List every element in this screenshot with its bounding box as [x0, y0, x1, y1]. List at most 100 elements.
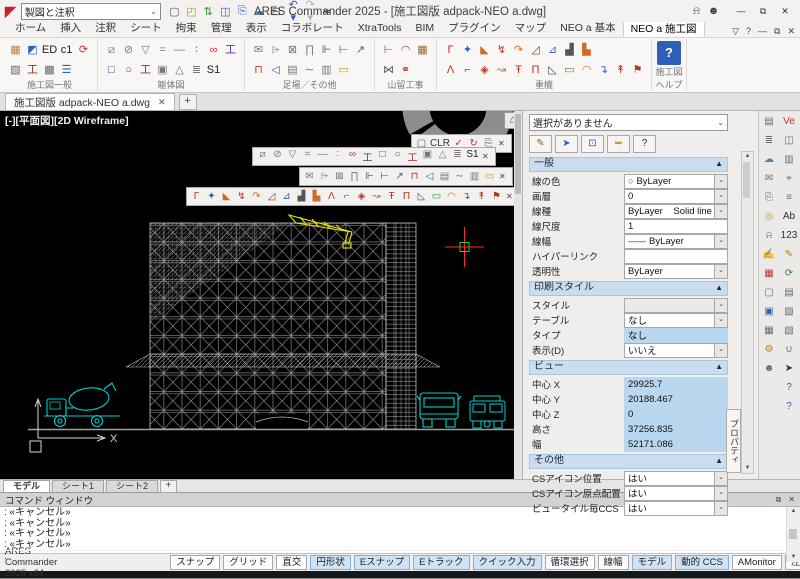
box-column-icon[interactable]: □ — [375, 149, 390, 164]
pencil-icon[interactable]: ✎ — [780, 247, 798, 262]
structure-icon[interactable]: ▨ — [780, 304, 798, 319]
truck-front-drawing[interactable] — [417, 393, 461, 427]
rebar-lines-icon[interactable]: ≣ — [450, 149, 465, 164]
clamshell-icon[interactable]: ◺ — [544, 62, 561, 79]
help-icon[interactable]: ? — [746, 26, 751, 37]
sheet-tab-1[interactable]: シート1 — [52, 480, 104, 492]
star-marker-icon[interactable]: ✦ — [459, 42, 476, 59]
gantry-icon[interactable]: Π — [527, 62, 544, 79]
rebar-lines-icon[interactable]: ≣ — [188, 62, 205, 79]
select-entities-icon[interactable]: ➤ — [555, 135, 578, 153]
shovel-icon[interactable]: ◠ — [444, 191, 459, 202]
tab-neo-basic[interactable]: NEO a 基本 — [553, 21, 622, 35]
property-value[interactable]: なし⌄ — [624, 313, 728, 328]
select-box-icon[interactable]: ⊡ — [581, 135, 604, 153]
void-circle-icon[interactable]: ⊘ — [120, 42, 137, 59]
dropdown-arrow-icon[interactable]: ⌄ — [714, 299, 727, 312]
open-file-icon[interactable]: ◰ — [183, 5, 200, 18]
sheet-tab-model[interactable]: モデル — [3, 480, 50, 492]
section-header-view[interactable]: ビュー▲ — [529, 360, 728, 375]
dropdown-arrow-icon[interactable]: ⌄ — [714, 190, 727, 203]
section-header-print-style[interactable]: 印刷スタイル▲ — [529, 281, 728, 296]
mobile-crane-icon[interactable]: Λ — [442, 62, 459, 79]
excavator-icon[interactable]: ◣ — [476, 42, 493, 59]
hook-icon[interactable]: ↴ — [459, 191, 474, 202]
star-marker-icon[interactable]: ✦ — [204, 191, 219, 202]
c1-command-icon[interactable]: c1 — [58, 42, 75, 59]
tab-xtratools[interactable]: XtraTools — [351, 21, 409, 35]
property-value[interactable]: 1 — [624, 219, 728, 234]
dropdown-arrow-icon[interactable]: ⌄ — [714, 235, 727, 248]
gate-icon[interactable]: ∏ — [347, 171, 362, 182]
child-restore-button[interactable]: ⧉ — [774, 26, 780, 37]
text-style-button[interactable]: Ab — [780, 209, 798, 224]
breaker-icon[interactable]: ↯ — [493, 42, 510, 59]
truck-mixer-icon[interactable]: Ŧ — [384, 191, 399, 202]
redo-icon[interactable]: ↷ ▾ — [302, 0, 319, 24]
toolbar-close-icon[interactable]: ✕ — [482, 152, 493, 161]
tab-insert[interactable]: 挿入 — [53, 21, 88, 35]
fence-icon[interactable]: ▤ — [284, 62, 301, 79]
slab-icon[interactable]: ▽ — [137, 42, 154, 59]
scaffold-frame-icon[interactable]: ⊓ — [407, 171, 422, 182]
frame-x-icon[interactable]: ⊠ — [284, 42, 301, 59]
scroll-up-icon[interactable]: ▲ — [742, 152, 753, 161]
property-value[interactable]: ByLayer Solid line⌄ — [624, 204, 728, 219]
command-float-button[interactable]: ⧉ — [776, 495, 782, 505]
document-tab[interactable]: 施工図版 adpack-NEO a.dwg ✕ — [5, 93, 175, 110]
section-hatch-icon[interactable]: ⧄ — [255, 149, 270, 164]
selection-filter-dropdown[interactable]: 選択がありません ⌄ — [529, 114, 728, 131]
pile-circle-icon[interactable]: ○ — [120, 62, 137, 79]
scroll-down-icon[interactable]: ▼ — [787, 553, 800, 562]
pile-driver-icon[interactable]: ▙ — [578, 42, 595, 59]
rough-terrain-crane-icon[interactable]: ◈ — [476, 62, 493, 79]
grader-icon[interactable]: ⊿ — [279, 191, 294, 202]
command-input[interactable]: : — [4, 550, 784, 562]
property-value[interactable]: ⌄ — [624, 298, 728, 313]
duplicate-sheet-icon[interactable]: ⎘ — [760, 190, 778, 205]
cone-icon[interactable]: ◁ — [422, 171, 437, 182]
slab-hatch-icon[interactable]: ▣ — [420, 149, 435, 164]
assistant-icon[interactable]: ☻ — [760, 361, 778, 376]
dimension-style-button[interactable]: 123 — [780, 228, 798, 243]
anchor-tie-icon[interactable]: ⊢ — [380, 42, 397, 59]
section-header-misc[interactable]: その他▲ — [529, 454, 728, 469]
gate-icon[interactable]: ∏ — [301, 42, 318, 59]
axis-link-icon[interactable]: ∞ — [205, 42, 222, 59]
child-close-button[interactable]: ✕ — [787, 26, 795, 37]
crane-truck-front-drawing[interactable] — [470, 396, 505, 428]
property-value[interactable]: ByLayer⌄ — [624, 264, 728, 279]
viewport-label[interactable]: [-][平面図][2D Wireframe] — [5, 113, 129, 128]
slope-arrow-icon[interactable]: ↗ — [352, 42, 369, 59]
trailer-icon[interactable]: ▭ — [429, 191, 444, 202]
wave-icon[interactable]: ∼ — [452, 171, 467, 182]
backhoe-icon[interactable]: ↷ — [249, 191, 264, 202]
properties-help-icon[interactable]: ? — [633, 135, 656, 153]
child-minimize-button[interactable]: — — [758, 26, 767, 37]
concrete-pump-icon[interactable]: ↝ — [369, 191, 384, 202]
binoculars-icon[interactable]: ⌖ — [780, 171, 798, 186]
quick-select-icon[interactable]: ➥ — [607, 135, 630, 153]
image-pane-icon[interactable]: ◫ — [780, 133, 798, 148]
steel-girder-icon[interactable]: 工 — [137, 62, 154, 79]
dot-pair-icon[interactable]: ∶ — [330, 149, 345, 164]
drawing-area[interactable]: X [-][平面図][2D Wireframe] ⌂ ▢CLR✓↻⎘ ✕ ⧄⊘▽… — [0, 111, 522, 479]
tab-bim[interactable]: BIM — [408, 21, 441, 35]
arc-support-icon[interactable]: ◠ — [397, 42, 414, 59]
dump-truck-icon[interactable]: ▟ — [561, 42, 578, 59]
tower-crane-icon[interactable]: Γ — [189, 191, 204, 202]
double-line-icon[interactable]: = — [300, 149, 315, 164]
dozer-icon[interactable]: ◿ — [527, 42, 544, 59]
minimize-button[interactable]: — — [731, 6, 751, 17]
dropdown-arrow-icon[interactable]: ⌄ — [714, 472, 727, 485]
command-history[interactable]: : «キャンセル»: «キャンセル»: «キャンセル»: «キャンセル» : ▲… — [0, 507, 800, 562]
new-document-tab-button[interactable]: + — [179, 94, 197, 110]
drawing-vertical-scrollbar[interactable] — [514, 111, 522, 479]
sheet-set-manager-icon[interactable]: ▤ — [760, 114, 778, 129]
bell-icon[interactable]: ⍾ — [760, 228, 778, 243]
scroll-up-icon[interactable]: ▲ — [787, 507, 800, 516]
sign-board-icon[interactable]: ▭ — [482, 171, 497, 182]
bracket-right-icon[interactable]: ⊢ — [335, 42, 352, 59]
property-value[interactable]: ——ByLayer⌄ — [624, 234, 728, 249]
dropdown-arrow-icon[interactable]: ⌄ — [714, 175, 727, 188]
